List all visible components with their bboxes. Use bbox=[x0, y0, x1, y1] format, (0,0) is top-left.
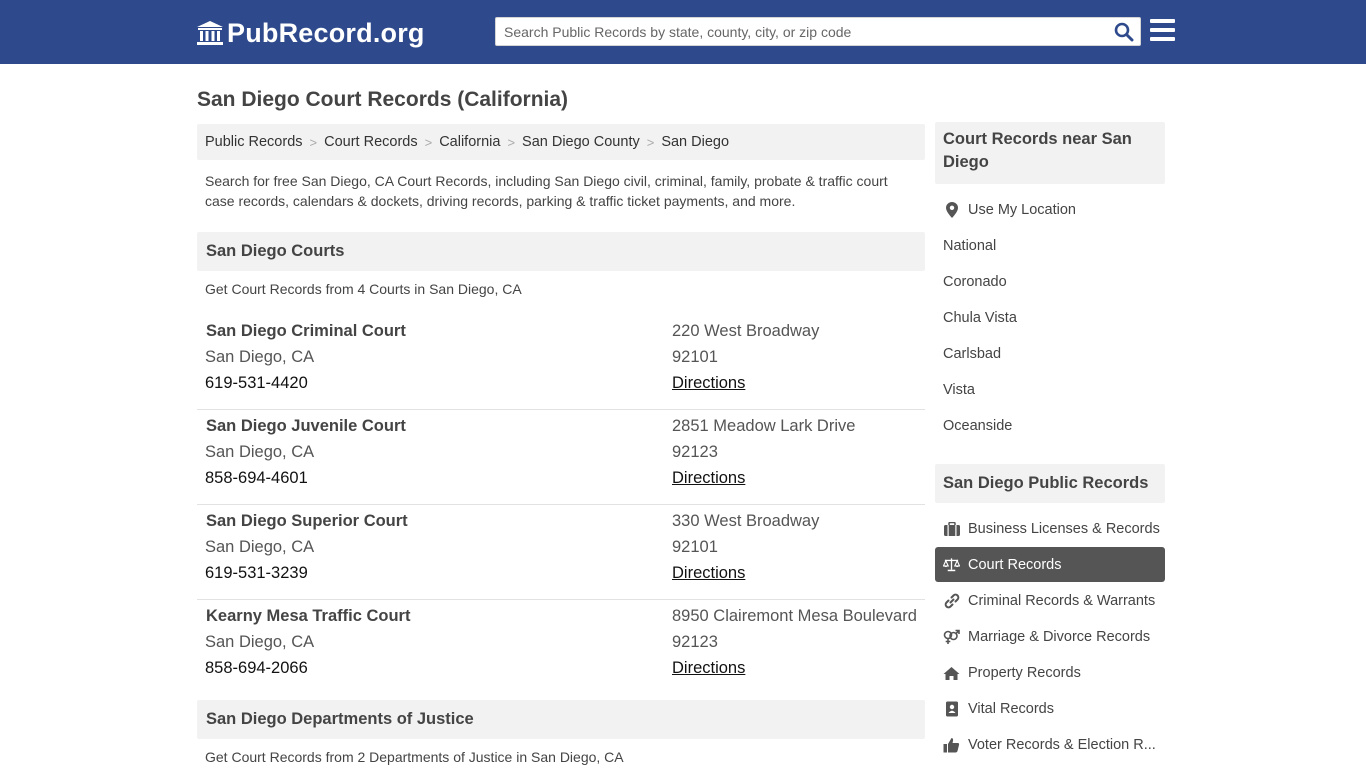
sidebar-public-records-heading: San Diego Public Records bbox=[935, 464, 1165, 503]
home-icon bbox=[943, 665, 960, 682]
top-navbar: PubRecord.org bbox=[0, 0, 1366, 64]
court-name: San Diego Superior Court bbox=[206, 512, 408, 530]
sidebar-item-court-records[interactable]: Court Records bbox=[935, 547, 1165, 582]
thumbs-up-icon bbox=[943, 737, 960, 754]
court-address: 8950 Clairemont Mesa Boulevard bbox=[672, 607, 917, 625]
court-listing: San Diego Juvenile Court San Diego, CA 8… bbox=[197, 410, 925, 505]
sidebar-nearby-heading: Court Records near San Diego bbox=[935, 122, 1165, 184]
hamburger-bar bbox=[1150, 28, 1175, 32]
breadcrumb-san-diego-county[interactable]: San Diego County bbox=[522, 134, 640, 150]
court-listing: San Diego Superior Court San Diego, CA 6… bbox=[197, 505, 925, 600]
hamburger-bar bbox=[1150, 19, 1175, 23]
nearby-link-chula-vista[interactable]: Chula Vista bbox=[935, 300, 1165, 336]
sidebar-item-vital-records[interactable]: Vital Records bbox=[935, 691, 1165, 727]
sidebar-item-label: Vital Records bbox=[968, 701, 1054, 717]
court-phone-link[interactable]: 858-694-2066 bbox=[205, 659, 308, 678]
court-city: San Diego, CA bbox=[205, 443, 315, 461]
nearby-link-coronado[interactable]: Coronado bbox=[935, 264, 1165, 300]
map-marker-icon bbox=[943, 202, 960, 219]
nearby-link-vista[interactable]: Vista bbox=[935, 372, 1165, 408]
court-city: San Diego, CA bbox=[205, 348, 315, 366]
sidebar-item-voter-records[interactable]: Voter Records & Election R... bbox=[935, 727, 1165, 763]
court-zip: 92123 bbox=[672, 443, 718, 461]
sidebar-item-criminal-records[interactable]: Criminal Records & Warrants bbox=[935, 583, 1165, 619]
hamburger-bar bbox=[1150, 37, 1175, 41]
court-phone-link[interactable]: 858-694-4601 bbox=[205, 469, 308, 488]
directions-link[interactable]: Directions bbox=[672, 374, 745, 393]
breadcrumb-separator: > bbox=[507, 134, 516, 150]
breadcrumb: Public Records > Court Records > Califor… bbox=[197, 124, 925, 160]
court-address: 2851 Meadow Lark Drive bbox=[672, 417, 856, 435]
nearby-link-national[interactable]: National bbox=[935, 228, 1165, 264]
courts-section-subtitle: Get Court Records from 4 Courts in San D… bbox=[205, 281, 522, 297]
use-my-location-link[interactable]: Use My Location bbox=[935, 192, 1165, 228]
page-title: San Diego Court Records (California) bbox=[197, 88, 569, 111]
intro-text: Search for free San Diego, CA Court Reco… bbox=[205, 173, 888, 209]
sidebar-item-label: Criminal Records & Warrants bbox=[968, 593, 1156, 609]
site-logo[interactable]: PubRecord.org bbox=[196, 18, 425, 48]
breadcrumb-california[interactable]: California bbox=[439, 134, 500, 150]
search-icon bbox=[1114, 22, 1134, 42]
court-name: Kearny Mesa Traffic Court bbox=[206, 607, 411, 625]
courts-section-heading: San Diego Courts bbox=[197, 232, 925, 271]
scale-icon bbox=[943, 556, 960, 573]
court-city: San Diego, CA bbox=[205, 538, 315, 556]
court-phone-link[interactable]: 619-531-3239 bbox=[205, 564, 308, 583]
sidebar-item-label: Court Records bbox=[968, 556, 1062, 573]
use-my-location-label: Use My Location bbox=[968, 202, 1076, 218]
briefcase-icon bbox=[943, 521, 960, 538]
court-address: 220 West Broadway bbox=[672, 322, 820, 340]
sidebar-item-business-licenses[interactable]: Business Licenses & Records bbox=[935, 511, 1165, 547]
address-book-icon bbox=[943, 701, 960, 718]
sidebar-item-marriage-divorce[interactable]: Marriage & Divorce Records bbox=[935, 619, 1165, 655]
gender-icon bbox=[943, 629, 960, 646]
breadcrumb-separator: > bbox=[424, 134, 433, 150]
search-button[interactable] bbox=[1112, 21, 1136, 43]
doj-section-heading: San Diego Departments of Justice bbox=[197, 700, 925, 739]
link-icon bbox=[943, 593, 960, 610]
court-zip: 92101 bbox=[672, 538, 718, 556]
sidebar-item-label: Voter Records & Election R... bbox=[968, 737, 1156, 753]
breadcrumb-public-records[interactable]: Public Records bbox=[205, 134, 303, 150]
search-input[interactable] bbox=[496, 18, 1106, 45]
breadcrumb-san-diego[interactable]: San Diego bbox=[661, 134, 729, 150]
logo-text: PubRecord.org bbox=[227, 17, 425, 48]
search-bar bbox=[495, 17, 1141, 46]
sidebar-item-property-records[interactable]: Property Records bbox=[935, 655, 1165, 691]
court-city: San Diego, CA bbox=[205, 633, 315, 651]
court-name: San Diego Criminal Court bbox=[206, 322, 406, 340]
court-name: San Diego Juvenile Court bbox=[206, 417, 406, 435]
doj-section-subtitle: Get Court Records from 2 Departments of … bbox=[205, 749, 624, 765]
nearby-link-oceanside[interactable]: Oceanside bbox=[935, 408, 1165, 444]
court-listing: San Diego Criminal Court San Diego, CA 6… bbox=[197, 315, 925, 410]
directions-link[interactable]: Directions bbox=[672, 564, 745, 583]
breadcrumb-separator: > bbox=[646, 134, 655, 150]
court-zip: 92123 bbox=[672, 633, 718, 651]
hamburger-menu-button[interactable] bbox=[1150, 19, 1176, 43]
sidebar-item-label: Property Records bbox=[968, 665, 1081, 681]
directions-link[interactable]: Directions bbox=[672, 659, 745, 678]
court-phone-link[interactable]: 619-531-4420 bbox=[205, 374, 308, 393]
sidebar-item-label: Business Licenses & Records bbox=[968, 521, 1160, 537]
court-zip: 92101 bbox=[672, 348, 718, 366]
sidebar-item-label: Marriage & Divorce Records bbox=[968, 629, 1151, 645]
court-address: 330 West Broadway bbox=[672, 512, 820, 530]
breadcrumb-separator: > bbox=[309, 134, 318, 150]
nearby-link-carlsbad[interactable]: Carlsbad bbox=[935, 336, 1165, 372]
breadcrumb-court-records[interactable]: Court Records bbox=[324, 134, 417, 150]
courthouse-icon bbox=[197, 21, 223, 45]
court-listing: Kearny Mesa Traffic Court San Diego, CA … bbox=[197, 600, 925, 695]
directions-link[interactable]: Directions bbox=[672, 469, 745, 488]
